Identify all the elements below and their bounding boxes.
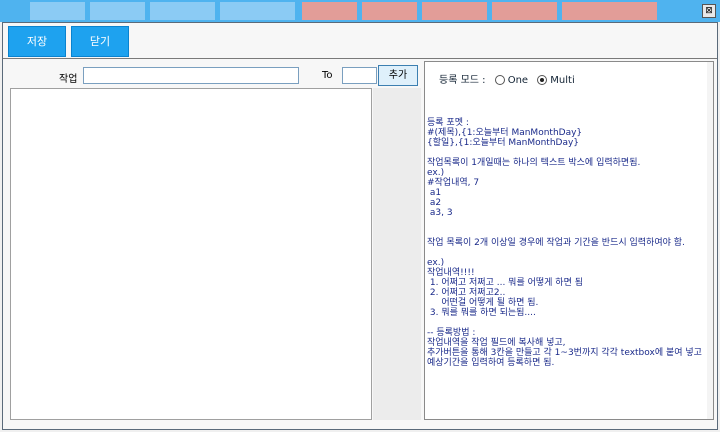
to-label: To	[322, 70, 333, 81]
background-tab	[30, 2, 85, 20]
toolbar: 저장 닫기	[8, 26, 130, 57]
task-register-window: 저장 닫기 작업 To 추가 등록 모드 : One Multi 등록 포멧 :…	[2, 22, 718, 430]
close-button[interactable]: 닫기	[71, 26, 129, 57]
background-tab	[90, 2, 145, 20]
background-tab	[150, 2, 215, 20]
background-tab	[492, 2, 557, 20]
title-bar: ⊠	[0, 0, 720, 22]
register-mode: 등록 모드 : One Multi	[439, 71, 575, 86]
task-input[interactable]	[83, 67, 299, 84]
task-list[interactable]	[10, 88, 372, 420]
duration-column	[373, 88, 421, 420]
background-tab	[220, 2, 295, 20]
background-tab	[302, 2, 357, 20]
background-tab	[362, 2, 417, 20]
background-tab	[562, 2, 657, 20]
register-mode-label: 등록 모드 :	[439, 75, 486, 86]
radio-multi-label: Multi	[550, 75, 575, 86]
guide-text: 등록 포멧 : #(제목),{1:오늘부터 ManMonthDay} {할일},…	[427, 118, 702, 368]
add-button[interactable]: 추가	[378, 65, 418, 86]
toolbar-divider	[3, 58, 717, 59]
radio-multi[interactable]	[537, 75, 548, 85]
task-label: 작업	[59, 74, 78, 85]
background-tab	[422, 2, 487, 20]
save-button[interactable]: 저장	[8, 26, 66, 57]
radio-one-label: One	[507, 75, 529, 86]
guide-panel: 등록 모드 : One Multi 등록 포멧 : #(제목),{1:오늘부터 …	[424, 61, 714, 420]
radio-one[interactable]	[494, 75, 505, 85]
guide-scrollbar[interactable]	[707, 62, 713, 419]
close-icon[interactable]: ⊠	[702, 4, 716, 18]
to-input[interactable]	[342, 67, 377, 84]
